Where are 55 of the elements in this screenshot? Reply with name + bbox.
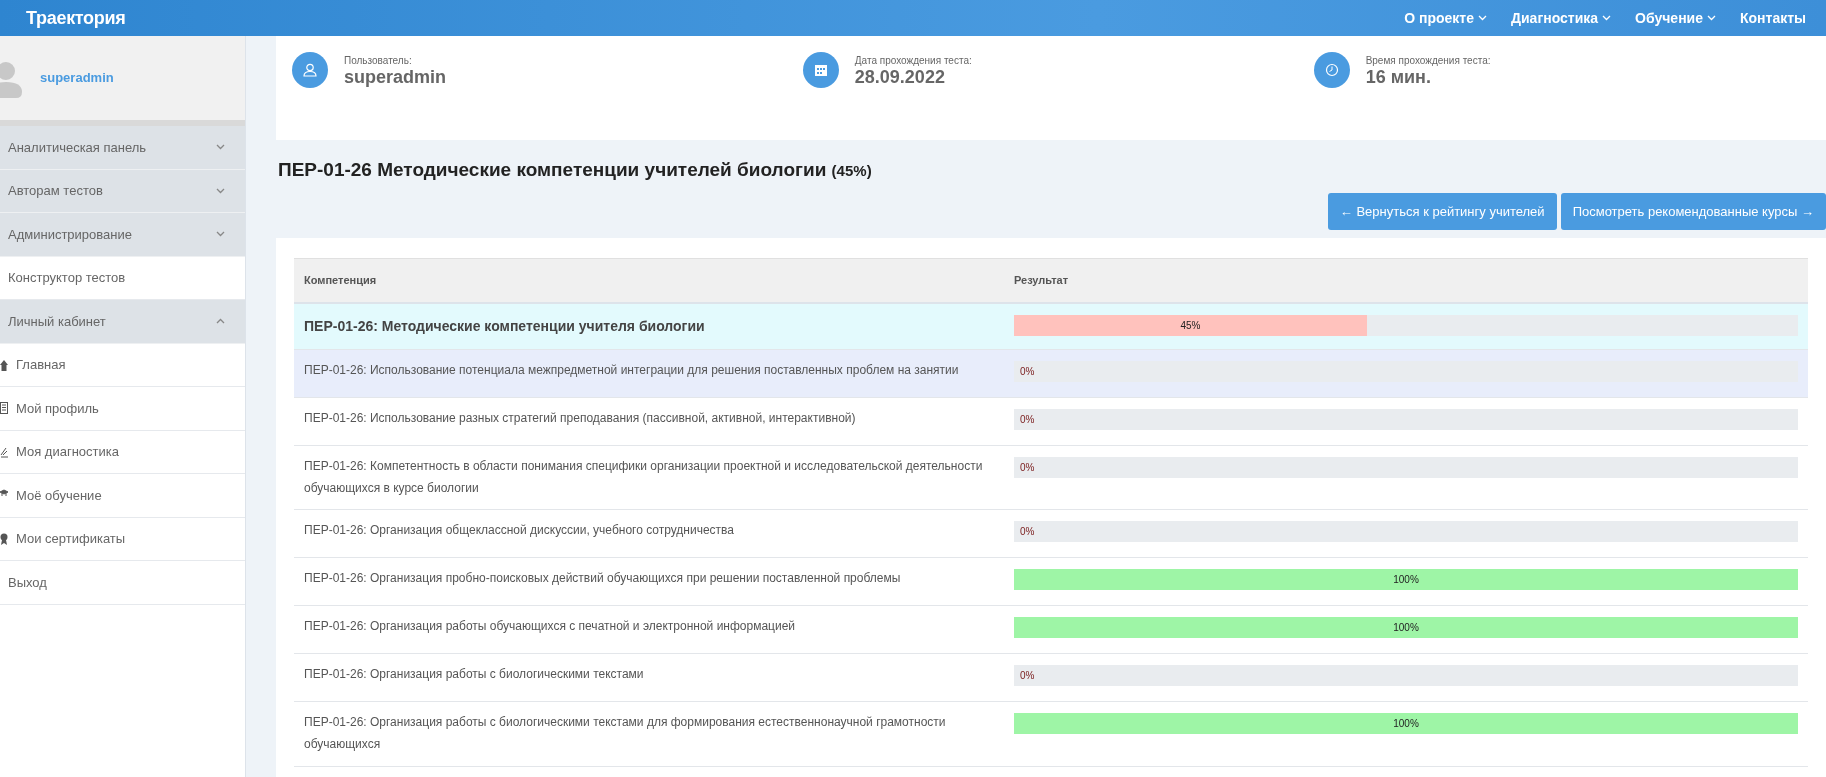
calendar-icon bbox=[813, 63, 828, 77]
username-link[interactable]: superadmin bbox=[40, 68, 114, 88]
sidebar-item-label[interactable]: Моя диагностика bbox=[16, 442, 119, 462]
caret-icon bbox=[1602, 15, 1612, 21]
field-label: Дата прохождения теста: bbox=[854, 53, 972, 68]
competency-name: ПЕР-01-26: Использование разных стратегий преподавания (пассивной, активной, интерактивной) bbox=[303, 410, 857, 428]
competency-name: ПЕР-01-26: Использование потенциала межпредметной интеграции для решения поставленных проблем на занятии bbox=[303, 362, 960, 380]
sidebar-item[interactable]: Выход bbox=[0, 561, 245, 605]
competency-name: ПЕР-01-26: Организация работы с биологическими текстами для формирования естественнонаучной грамотности обучающихся bbox=[303, 714, 947, 753]
field-value: 16 мин. bbox=[1365, 67, 1432, 88]
progress-reading: 100% bbox=[1393, 621, 1419, 636]
progress-reading: 100% bbox=[1393, 717, 1419, 732]
sidebar-item-label[interactable]: Главная bbox=[16, 355, 66, 375]
action-button[interactable]: Посмотреть рекомендованные курсы → bbox=[1560, 192, 1826, 230]
competency-name: ПЕР-01-26: Организация пробно-поисковых действий обучающихся при решении поставленной проблемы bbox=[303, 570, 902, 588]
competency-name: ПЕР-01-26: Организация общеклассной дискуссии, учебного сотрудничества bbox=[303, 522, 736, 540]
user-icon bbox=[303, 63, 317, 77]
document-icon bbox=[0, 402, 8, 415]
progress-reading: 0% bbox=[1020, 365, 1035, 380]
sidebar-item-label[interactable]: Мой профиль bbox=[16, 398, 99, 418]
sidebar-group[interactable]: Аналитическая панель bbox=[0, 126, 245, 170]
medal-icon bbox=[0, 532, 8, 545]
sidebar-group[interactable]: Личный кабинет bbox=[0, 300, 245, 344]
nav-link[interactable]: Обучение bbox=[1623, 7, 1728, 29]
house-icon bbox=[0, 358, 8, 371]
page-title: ПЕР-01-26 Методические компетенции учителей биологии (45%) bbox=[278, 159, 872, 180]
clock-icon bbox=[1324, 63, 1339, 77]
progress-reading: 0% bbox=[1020, 669, 1035, 684]
sidebar-group[interactable]: Администрирование bbox=[0, 213, 245, 257]
sidebar-item-label[interactable]: Моё обучение bbox=[16, 485, 102, 505]
progress-reading: 0% bbox=[1020, 413, 1035, 428]
field-value: 28.09.2022 bbox=[854, 67, 946, 88]
field-label: Время прохождения теста: bbox=[1365, 53, 1491, 68]
progress-reading: 0% bbox=[1020, 525, 1035, 540]
competency-name: ПЕР-01-26: Компетентность в области понимания специфики организации проектной и исследовательской деятельности обучающихся в курсе биологии bbox=[303, 458, 984, 497]
progress-reading: 0% bbox=[1020, 461, 1035, 476]
nav-link[interactable]: Контакты bbox=[1728, 7, 1818, 29]
sidebar-group[interactable]: Авторам тестов bbox=[0, 169, 245, 213]
field-value: superadmin bbox=[344, 67, 447, 88]
chart-icon bbox=[0, 445, 8, 458]
progress-reading: 45% bbox=[1180, 319, 1201, 333]
caret-icon bbox=[1478, 15, 1487, 21]
caret-icon bbox=[1707, 15, 1716, 21]
competency-name: ПЕР-01-26: Методические компетенции учителя биологии bbox=[303, 317, 706, 336]
action-button[interactable]: ← Вернуться к рейтингу учителей bbox=[1327, 192, 1557, 230]
sidebar-item-label[interactable]: Мои сертификаты bbox=[16, 529, 126, 549]
field-label: Пользователь: bbox=[344, 53, 413, 68]
competency-name: ПЕР-01-26: Организация работы с биологическими текстами bbox=[303, 666, 645, 684]
nav-link[interactable]: Диагностика bbox=[1499, 7, 1624, 29]
column-header: Результат bbox=[1013, 273, 1070, 289]
competency-name: ПЕР-01-26: Организация работы обучающихся с печатной и электронной информацией bbox=[303, 618, 797, 636]
brand-logo[interactable]: Траектория bbox=[26, 4, 126, 32]
nav-link[interactable]: О проекте bbox=[1392, 7, 1499, 29]
column-header: Компетенция bbox=[303, 273, 378, 289]
progress-reading: 100% bbox=[1393, 573, 1419, 588]
